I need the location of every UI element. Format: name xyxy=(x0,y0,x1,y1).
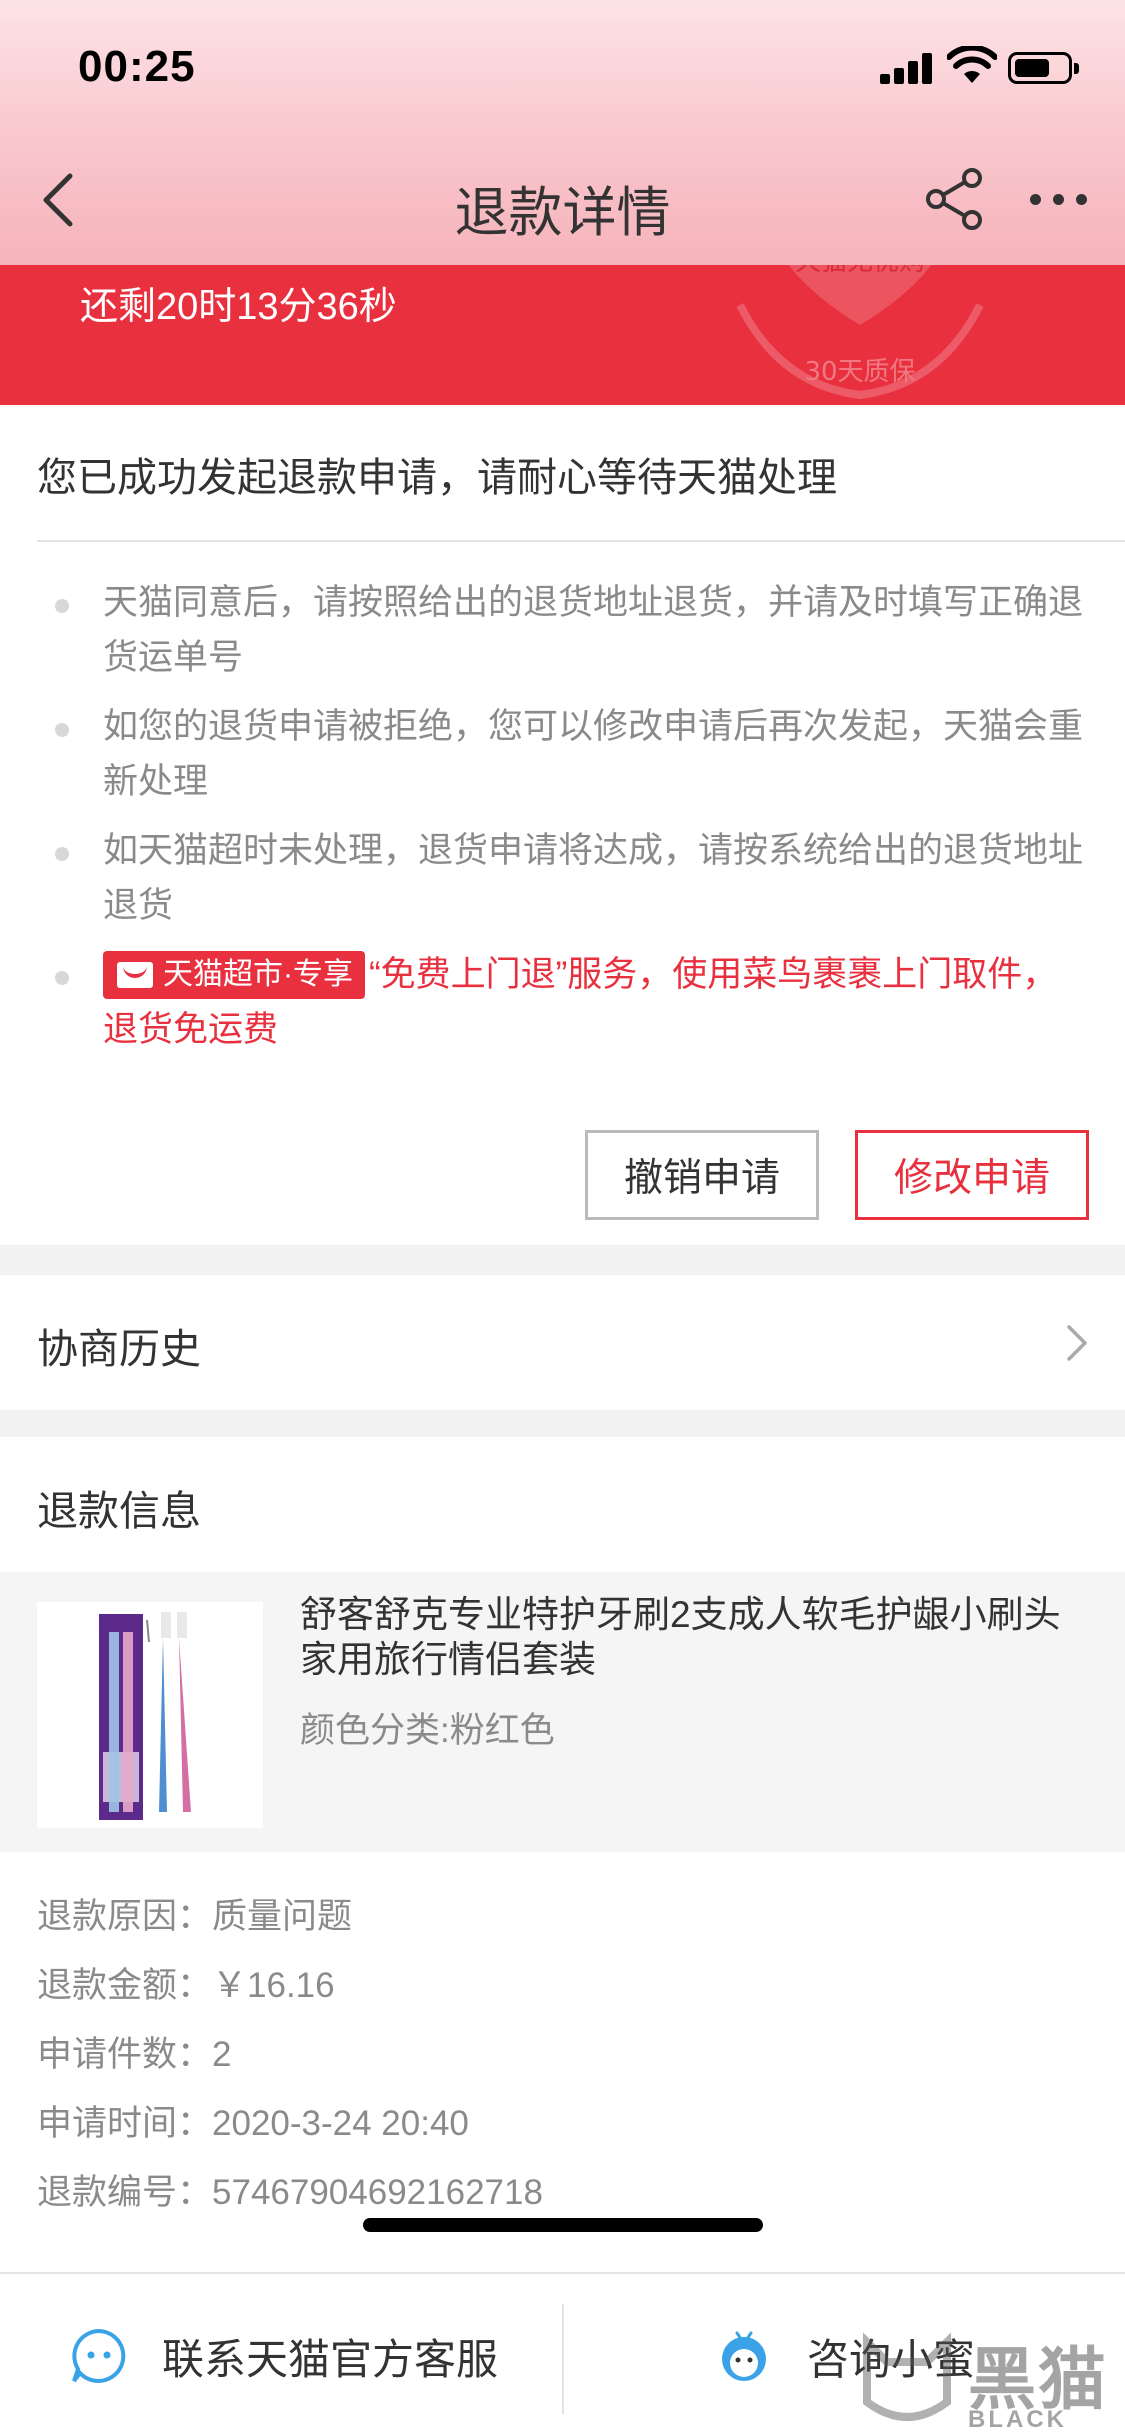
toothbrush-image xyxy=(99,1612,191,1820)
contact-service-label: 联系天猫官方客服 xyxy=(162,2335,499,2383)
refund-details: 退款原因：质量问题 退款金额：￥16.16 申请件数：2 申请时间：2020-3… xyxy=(37,1882,543,2227)
status-message: 您已成功发起退款申请，请耐心等待天猫处理 xyxy=(37,456,837,500)
refund-info-title: 退款信息 xyxy=(37,1488,201,1534)
product-row[interactable]: 舒客舒克专业特护牙刷2支成人软毛护龈小刷头家用旅行情侣套装 颜色分类:粉红色 xyxy=(0,1572,1125,1852)
detail-label: 退款编号： xyxy=(37,2173,213,2212)
share-icon[interactable] xyxy=(924,168,986,230)
more-icon[interactable] xyxy=(1030,192,1088,208)
header: 00:25 退款详情 xyxy=(0,0,1125,265)
blackcat-logo-icon xyxy=(863,2332,951,2421)
svg-text:30天质保: 30天质保 xyxy=(804,357,915,387)
detail-label: 申请时间： xyxy=(37,2104,213,2143)
refund-status-card: 您已成功发起退款申请，请耐心等待天猫处理 天猫同意后，请按照给出的退货地址退货，… xyxy=(0,405,1125,1245)
detail-label: 申请件数： xyxy=(37,2035,213,2074)
refund-info-card: 退款信息 舒客舒克专业特护牙刷2支成人软毛护龈小刷头家用旅行情侣套装 颜色分类:… xyxy=(0,1437,1125,2272)
detail-value: 2020-3-24 20:40 xyxy=(212,2104,469,2143)
divider xyxy=(37,540,1125,542)
watermark-sub: BLACK CAT xyxy=(968,2406,1067,2436)
tip-item: 天猫同意后，请按照给出的退货地址退货，并请及时填写正确退货运单号 xyxy=(37,575,1087,685)
svg-text:天猫无忧购: 天猫无忧购 xyxy=(795,265,925,277)
assistant-icon xyxy=(722,2331,766,2381)
history-label: 协商历史 xyxy=(37,1326,201,1372)
detail-row-refund-id: 退款编号：57467904692162718 xyxy=(37,2158,543,2227)
cancel-application-button[interactable]: 撤销申请 xyxy=(585,1130,819,1220)
countdown-banner: 还剩20时13分36秒 天猫无忧购 30天质保 xyxy=(0,265,1125,405)
detail-row-quantity: 申请件数：2 xyxy=(37,2020,543,2089)
product-image xyxy=(37,1602,263,1828)
negotiation-history-row[interactable]: 协商历史 xyxy=(0,1275,1125,1410)
tips-list: 天猫同意后，请按照给出的退货地址退货，并请及时填写正确退货运单号 如您的退货申请… xyxy=(37,575,1087,1071)
tmall-supermarket-badge: 天猫超市·专享 xyxy=(103,951,365,999)
detail-row-time: 申请时间：2020-3-24 20:40 xyxy=(37,2089,543,2158)
detail-value: ￥16.16 xyxy=(212,1966,335,2005)
battery-icon xyxy=(1008,52,1079,84)
badge-label: 天猫超市·专享 xyxy=(163,958,353,991)
tip-item: 如您的退货申请被拒绝，您可以修改申请后再次发起，天猫会重新处理 xyxy=(37,699,1087,809)
detail-label: 退款金额： xyxy=(37,1966,213,2005)
nav-bar: 退款详情 xyxy=(0,140,1125,260)
status-bar: 00:25 xyxy=(0,0,1125,130)
signal-icon xyxy=(880,52,934,84)
detail-value: 57467904692162718 xyxy=(212,2173,543,2212)
detail-label: 退款原因： xyxy=(37,1897,213,1936)
product-name: 舒客舒克专业特护牙刷2支成人软毛护龈小刷头家用旅行情侣套装 xyxy=(300,1594,1061,1680)
countdown-text: 还剩20时13分36秒 xyxy=(80,286,397,328)
detail-row-reason: 退款原因：质量问题 xyxy=(37,1882,543,1951)
chevron-right-icon xyxy=(1067,1325,1087,1361)
tip-item: 如天猫超时未处理，退货申请将达成，请按系统给出的退货地址退货 xyxy=(37,823,1087,933)
customer-service-icon xyxy=(72,2328,126,2383)
wifi-icon xyxy=(947,46,997,83)
quality-seal-icon: 天猫无忧购 30天质保 xyxy=(736,265,984,400)
contact-service-button[interactable]: 联系天猫官方客服 xyxy=(70,2274,498,2436)
detail-value: 质量问题 xyxy=(212,1897,353,1936)
product-sku: 颜色分类:粉红色 xyxy=(300,1711,555,1750)
promo-tip[interactable]: 天猫超市·专享 “免费上门退”服务，使用菜鸟裹裹上门取件，退货免运费 xyxy=(37,947,1087,1057)
status-time: 00:25 xyxy=(78,42,196,91)
detail-value: 2 xyxy=(212,2035,232,2074)
divider xyxy=(562,2304,564,2414)
tmall-cat-icon xyxy=(117,962,153,988)
detail-row-amount: 退款金额：￥16.16 xyxy=(37,1951,543,2020)
home-indicator[interactable] xyxy=(363,2218,763,2232)
modify-application-button[interactable]: 修改申请 xyxy=(855,1130,1089,1220)
blackcat-watermark: 黑猫 BLACK CAT xyxy=(850,2318,1125,2436)
